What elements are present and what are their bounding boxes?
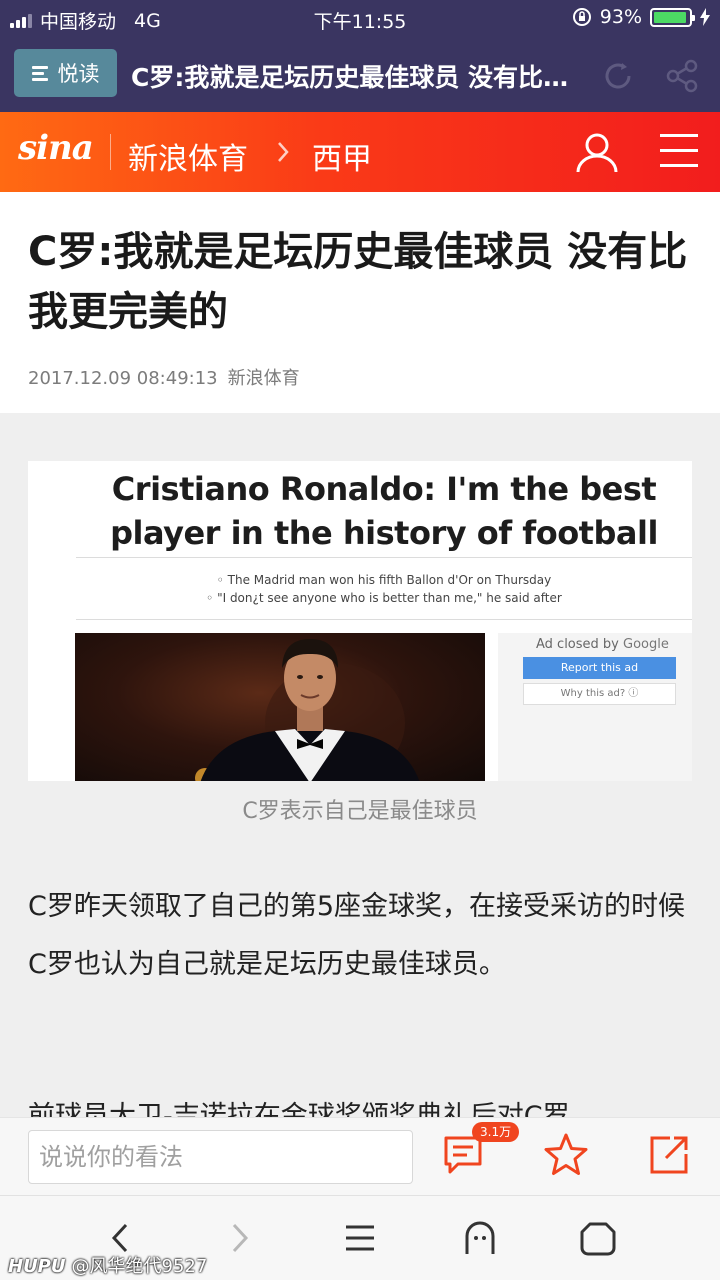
- orientation-lock-icon: [572, 8, 591, 26]
- report-ad-button[interactable]: Report this ad: [523, 657, 676, 679]
- article-image[interactable]: Cristiano Ronaldo: I'm the best player i…: [28, 461, 692, 781]
- article-meta: 2017.12.09 08:49:13 新浪体育: [28, 364, 310, 390]
- article-title: C罗:我就是足坛历史最佳球员 没有比我更完美的: [28, 229, 688, 335]
- watermark-user: @风华绝代9527: [71, 1256, 208, 1277]
- ronaldo-photo: [75, 633, 485, 781]
- ad-closed-text: Ad closed by Google: [536, 637, 669, 652]
- google-logo: Google: [623, 637, 669, 652]
- comment-bar: 说说你的看法 3.1万: [0, 1117, 720, 1195]
- comment-input[interactable]: 说说你的看法: [28, 1130, 413, 1184]
- list-icon: [31, 63, 48, 84]
- watermark-brand: HUPU: [8, 1256, 66, 1277]
- closed-ad-box: Ad closed by Google Report this ad Why t…: [498, 633, 692, 781]
- site-header: sina 新浪体育 西甲: [0, 112, 720, 192]
- ad-closed-prefix: Ad closed by: [536, 637, 619, 652]
- menu-icon[interactable]: [342, 1220, 378, 1256]
- charging-icon: [700, 8, 710, 26]
- back-icon[interactable]: [103, 1220, 139, 1256]
- user-icon[interactable]: [575, 130, 619, 174]
- refresh-icon[interactable]: [602, 60, 634, 92]
- image-bullet: ◦ The Madrid man won his fifth Ballon d'…: [216, 573, 552, 587]
- share-out-icon[interactable]: [648, 1134, 690, 1176]
- image-caption: C罗表示自己是最佳球员: [242, 799, 478, 824]
- reader-mode-label: 悦读: [57, 62, 100, 86]
- image-bullets: ◦ The Madrid man won his fifth Ballon d'…: [76, 571, 692, 607]
- article-source[interactable]: 新浪体育: [228, 368, 300, 389]
- battery-icon: [650, 7, 695, 27]
- chevron-right-icon: [278, 142, 289, 162]
- ghost-icon[interactable]: [462, 1220, 498, 1256]
- comment-count-badge: 3.1万: [472, 1122, 520, 1142]
- article-header: C罗:我就是足坛历史最佳球员 没有比我更完美的 2017.12.09 08:49…: [0, 192, 720, 413]
- article-paragraph: C罗昨天领取了自己的第5座金球奖，在接受采访的时候C罗也认为自己就是足坛历史最佳…: [28, 891, 686, 980]
- menu-icon[interactable]: [660, 134, 698, 168]
- channel-link[interactable]: 新浪体育: [128, 134, 248, 178]
- reader-mode-button[interactable]: 悦读: [14, 49, 117, 97]
- share-icon[interactable]: [664, 58, 700, 94]
- article-date: 2017.12.09 08:49:13: [28, 368, 218, 389]
- image-divider: [76, 619, 692, 620]
- battery-percent: 93%: [599, 6, 642, 28]
- reader-bar: 悦读 C罗:我就是足坛历史最佳球员 没有比我更完美的: [0, 38, 720, 112]
- status-right: 93%: [572, 6, 710, 28]
- section-link[interactable]: 西甲: [312, 134, 372, 178]
- hupu-watermark: HUPU @风华绝代9527: [8, 1252, 207, 1278]
- image-bullet: ◦ "I don¿t see anyone who is better than…: [206, 591, 562, 605]
- reader-page-title: C罗:我就是足坛历史最佳球员 没有比我更完美的: [131, 63, 571, 92]
- why-this-ad-button[interactable]: Why this ad? ⓘ: [523, 683, 676, 705]
- home-icon[interactable]: [580, 1220, 616, 1256]
- forward-icon[interactable]: [221, 1220, 257, 1256]
- status-bar: 中国移动 4G 下午11:55 93%: [0, 0, 720, 38]
- image-divider: [76, 557, 692, 558]
- image-headline: Cristiano Ronaldo: I'm the best player i…: [110, 470, 658, 552]
- star-icon[interactable]: [543, 1132, 589, 1178]
- header-divider: [110, 134, 111, 170]
- sina-logo[interactable]: sina: [18, 128, 94, 168]
